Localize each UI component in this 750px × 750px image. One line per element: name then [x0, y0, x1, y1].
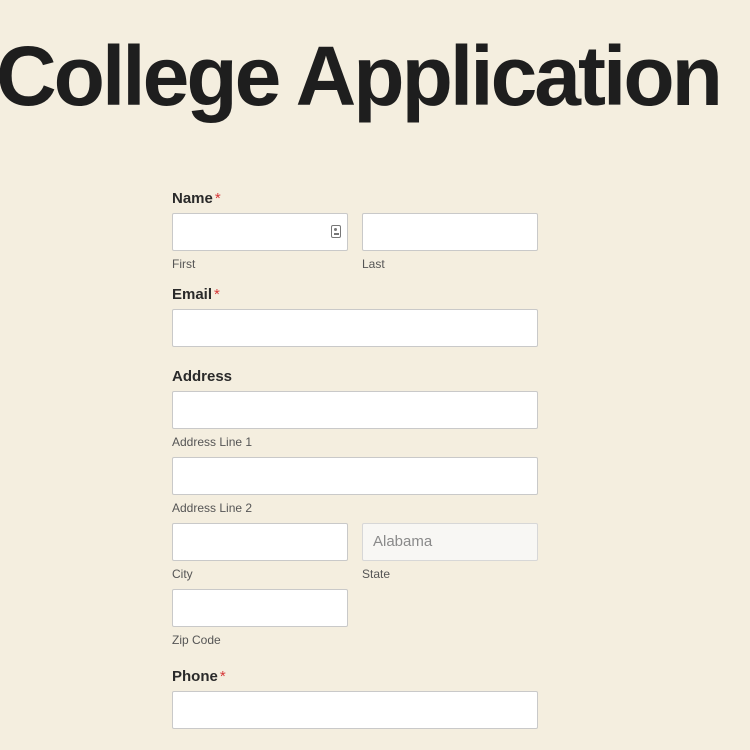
state-sublabel: State [362, 567, 391, 581]
city-state-row: City Alabama State [172, 523, 538, 582]
city-col: City [172, 523, 348, 582]
name-row: First Last [172, 213, 538, 272]
phone-label: Phone * [172, 668, 538, 686]
zip-input[interactable] [172, 589, 348, 627]
last-name-input[interactable] [362, 213, 538, 251]
address-group: Address Address Line 1 Address Line 2 Ci… [172, 368, 538, 648]
state-col: Alabama State [362, 523, 538, 582]
email-label-text: Email [172, 286, 213, 303]
name-group: Name * First Last [172, 190, 538, 272]
zip-col: Zip Code [172, 589, 348, 648]
name-label-text: Name [172, 190, 213, 207]
phone-group: Phone * [172, 668, 538, 729]
first-name-sublabel: First [172, 257, 196, 271]
state-value: Alabama [373, 533, 433, 550]
city-input[interactable] [172, 523, 348, 561]
state-select[interactable]: Alabama [362, 523, 538, 561]
address-line1-sublabel: Address Line 1 [172, 435, 253, 449]
first-name-col: First [172, 213, 348, 272]
application-form: Name * First Last Email * Address Addres… [172, 190, 538, 729]
required-mark: * [219, 668, 226, 685]
address-label: Address [172, 368, 233, 385]
required-mark: * [214, 286, 220, 303]
address-line2-sublabel: Address Line 2 [172, 501, 253, 515]
page-title: College Application [0, 29, 723, 123]
email-group: Email * [172, 286, 538, 347]
zip-sublabel: Zip Code [172, 633, 221, 647]
contact-card-icon[interactable] [331, 225, 341, 238]
phone-label-text: Phone [172, 668, 218, 685]
address-line1-input[interactable] [172, 391, 538, 429]
required-mark: * [214, 190, 221, 207]
email-label: Email * [172, 286, 538, 304]
last-name-sublabel: Last [362, 257, 385, 271]
name-label: Name * [172, 190, 538, 208]
last-name-col: Last [362, 213, 538, 272]
address-line2-input[interactable] [172, 457, 538, 495]
first-name-input[interactable] [172, 213, 348, 251]
phone-input[interactable] [172, 691, 538, 729]
city-sublabel: City [172, 567, 193, 581]
page: College Application Name * First Last Em… [0, 0, 750, 750]
email-input[interactable] [172, 309, 538, 347]
